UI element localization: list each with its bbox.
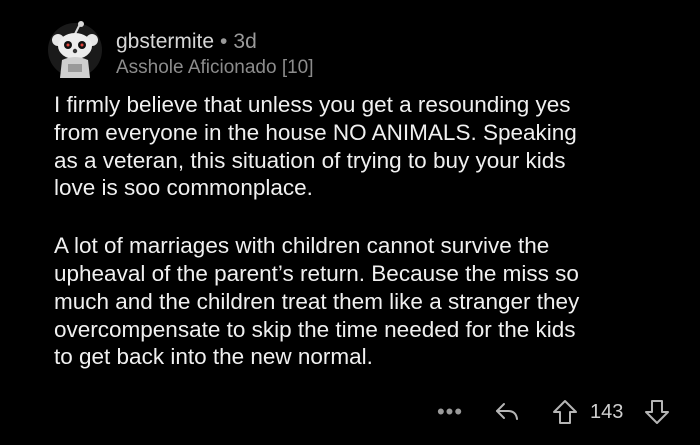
author-line: gbstermite • 3d: [116, 30, 314, 54]
downvote-arrow-icon: [645, 400, 669, 424]
avatar[interactable]: [46, 20, 104, 80]
comment-actions: ••• 143: [0, 398, 700, 426]
username[interactable]: gbstermite: [116, 30, 214, 53]
comment-body: I firmly believe that unless you get a r…: [54, 91, 684, 371]
vote-score: 143: [590, 401, 624, 423]
reply-button[interactable]: [492, 398, 522, 426]
upvote-arrow-icon: [553, 400, 577, 424]
user-flair: Asshole Aficionado [10]: [116, 57, 314, 78]
snoo-avatar-icon: [48, 21, 102, 78]
comment-age: 3d: [233, 30, 257, 53]
comment: gbstermite • 3d Asshole Aficionado [10] I …: [0, 0, 700, 445]
more-options-button[interactable]: •••: [430, 398, 470, 426]
more-options-icon: •••: [436, 399, 464, 424]
comment-meta: gbstermite • 3d Asshole Aficionado [10]: [116, 30, 314, 80]
meta-separator: •: [220, 30, 228, 53]
comment-paragraph: I firmly believe that unless you get a r…: [54, 92, 577, 201]
reply-icon: [496, 403, 518, 420]
upvote-button[interactable]: [546, 398, 584, 426]
downvote-button[interactable]: [640, 398, 674, 426]
comment-paragraph: A lot of marriages with children cannot …: [54, 233, 580, 370]
